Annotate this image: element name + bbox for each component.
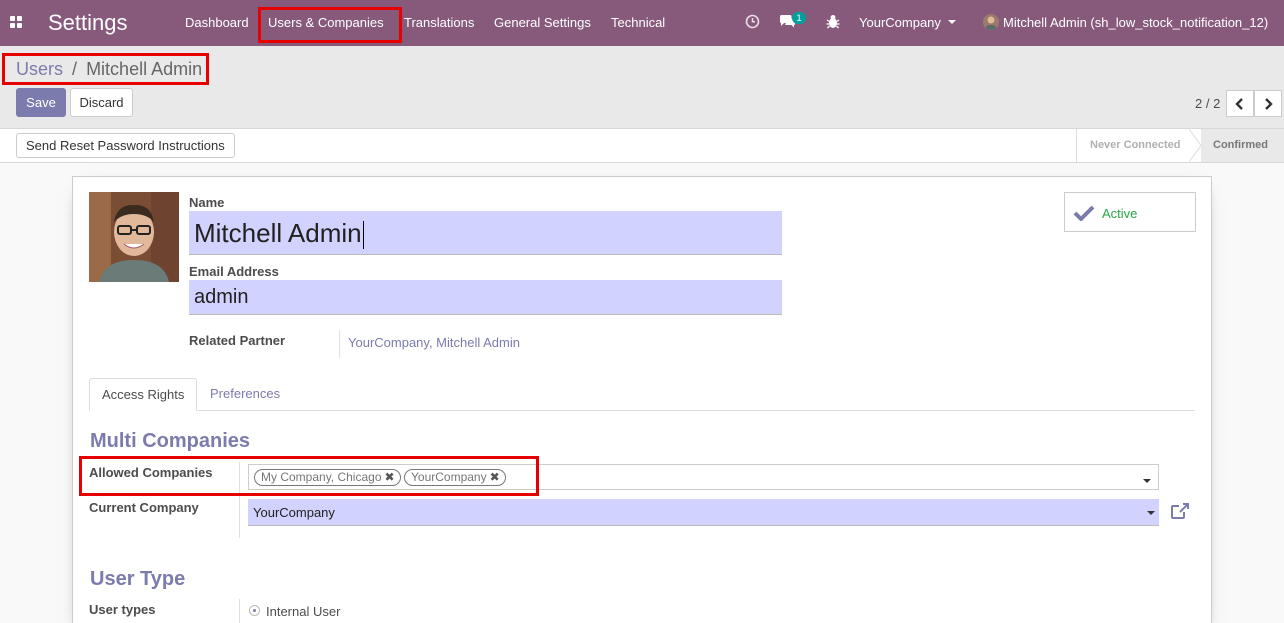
name-input[interactable]: Mitchell Admin [189,211,782,255]
tab-preferences[interactable]: Preferences [198,378,292,411]
name-value: Mitchell Admin [194,218,362,248]
highlight-users-companies-menu [258,7,402,43]
multi-companies-heading: Multi Companies [90,430,251,452]
dropdown-caret-icon[interactable] [1143,479,1151,483]
internal-user-radio[interactable] [249,605,260,616]
pager-previous-button[interactable] [1226,90,1254,117]
send-reset-password-button[interactable]: Send Reset Password Instructions [16,133,235,158]
status-confirmed: Confirmed [1201,129,1284,162]
user-types-label: User types [89,602,156,617]
email-label: Email Address [189,264,279,279]
menu-general-settings[interactable]: General Settings [494,15,591,30]
check-icon [1073,205,1095,221]
menu-dashboard[interactable]: Dashboard [185,15,249,30]
user-menu[interactable]: Mitchell Admin (sh_low_stock_notificatio… [1003,15,1268,30]
current-company-label: Current Company [89,500,199,515]
app-title: Settings [48,10,128,35]
top-navbar: Settings Dashboard Users & Companies Tra… [0,0,1284,46]
status-never-connected: Never Connected [1090,139,1181,151]
related-partner-label: Related Partner [189,333,286,348]
activity-clock-icon[interactable] [745,14,760,32]
highlight-breadcrumb [2,53,209,85]
apps-menu-icon[interactable] [10,16,23,29]
pager-next-button[interactable] [1254,90,1282,117]
company-name: YourCompany [859,15,941,30]
internal-user-label: Internal User [266,604,341,619]
text-cursor [362,221,364,250]
highlight-allowed-companies [79,456,539,496]
tab-access-rights[interactable]: Access Rights [89,378,198,411]
user-type-heading: User Type [90,568,186,590]
active-toggle-button[interactable]: Active [1064,192,1196,232]
company-switcher[interactable]: YourCompany [859,15,941,30]
status-bar: Send Reset Password Instructions Never C… [0,129,1284,163]
email-input[interactable]: admin [189,280,782,315]
user-avatar[interactable] [983,14,999,30]
company-caret-icon [948,20,956,24]
name-label: Name [189,195,225,210]
chevron-right-icon [1265,98,1273,110]
dropdown-caret-icon[interactable] [1147,511,1155,515]
related-partner-link[interactable]: YourCompany, Mitchell Admin [348,335,520,350]
external-link-icon[interactable] [1170,502,1190,523]
message-count-badge: 1 [792,12,806,24]
menu-technical[interactable]: Technical [611,15,665,30]
user-photo[interactable] [89,192,179,282]
debug-bug-icon[interactable] [826,14,840,32]
chevron-left-icon [1235,98,1243,110]
status-arrow [1189,129,1201,162]
current-company-select[interactable]: YourCompany [248,499,1159,526]
discard-button[interactable]: Discard [70,88,133,117]
menu-translations[interactable]: Translations [404,15,474,30]
save-button[interactable]: Save [16,88,66,117]
active-label: Active [1102,206,1138,221]
pager-value: 2 / 2 [1195,96,1221,111]
